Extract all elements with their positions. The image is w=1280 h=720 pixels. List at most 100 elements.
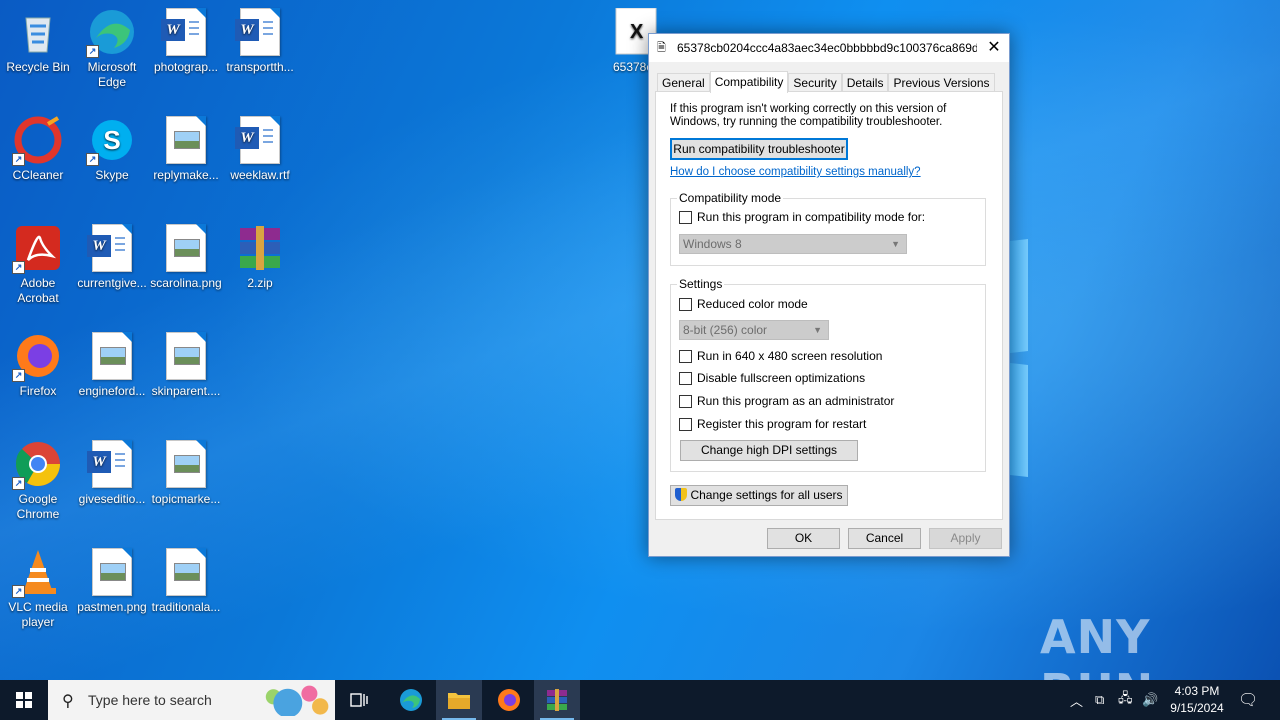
change-dpi-button[interactable]: Change high DPI settings	[680, 440, 858, 461]
search-box[interactable]: ⚲ Type here to search	[48, 680, 335, 720]
svg-text:X: X	[630, 21, 644, 43]
compat-mode-checkbox[interactable]: Run this program in compatibility mode f…	[679, 210, 925, 224]
checkbox-label: Run in 640 x 480 screen resolution	[697, 349, 883, 363]
desktop-icon-engineford[interactable]: engineford...	[74, 332, 150, 399]
chevron-down-icon: ▼	[813, 325, 822, 335]
icon-label: pastmen.png	[77, 600, 147, 614]
uac-shield-icon	[675, 488, 688, 501]
edge-icon	[400, 689, 422, 711]
desktop-icon-vlc[interactable]: ↗ VLC media player	[0, 548, 76, 630]
start-button[interactable]	[0, 680, 48, 720]
network-tray[interactable]: 🖧	[1118, 680, 1133, 720]
edge-icon: ↗	[86, 8, 136, 58]
checkbox-box	[679, 210, 692, 224]
desktop-icon-currentgive[interactable]: W currentgive...	[74, 224, 150, 291]
icon-label: VLC media player	[8, 600, 68, 629]
icon-label: skinparent....	[151, 384, 221, 398]
word-document-icon: W	[235, 8, 280, 56]
desktop-icon-edge[interactable]: ↗ Microsoft Edge	[74, 8, 150, 90]
desktop-icon-ccleaner[interactable]: ↗ CCleaner	[0, 116, 76, 183]
checkbox-label: Disable fullscreen optimizations	[697, 371, 866, 385]
tab-compatibility[interactable]: Compatibility	[709, 71, 789, 93]
desktop-icon-weeklaw[interactable]: W weeklaw.rtf	[222, 116, 298, 183]
desktop-icon-traditionala[interactable]: traditionala...	[148, 548, 224, 615]
action-center-button[interactable]: 🗨	[1238, 680, 1258, 720]
tray-app-icon[interactable]: ⧉	[1095, 680, 1104, 720]
desktop-icon-scarolina[interactable]: scarolina.png	[148, 224, 224, 291]
select-value: Windows 8	[683, 237, 742, 251]
volume-tray[interactable]: 🔊	[1142, 680, 1158, 720]
change-all-users-button[interactable]: Change settings for all users	[670, 485, 848, 506]
button-label: Change settings for all users	[690, 488, 843, 502]
image-file-icon	[92, 332, 132, 380]
run-troubleshooter-button[interactable]: Run compatibility troubleshooter	[670, 138, 848, 160]
tab-security[interactable]: Security	[788, 73, 842, 92]
chrome-icon: ↗	[12, 440, 62, 490]
cancel-button[interactable]: Cancel	[848, 528, 921, 549]
apply-button[interactable]: Apply	[929, 528, 1002, 549]
desktop-icon-replymake[interactable]: replymake...	[148, 116, 224, 183]
taskbar-edge[interactable]	[388, 680, 434, 720]
tab-details[interactable]: Details	[841, 73, 889, 92]
image-file-icon	[92, 548, 132, 596]
show-hidden-icons[interactable]: ︿	[1070, 680, 1083, 720]
manual-settings-link[interactable]: How do I choose compatibility settings m…	[670, 166, 921, 178]
checkbox-label: Reduced color mode	[697, 297, 808, 311]
taskbar-winrar[interactable]	[534, 680, 580, 720]
tab-strip: General Compatibility Security Details P…	[657, 71, 995, 93]
clock[interactable]: 4:03 PM 9/15/2024	[1162, 683, 1232, 717]
checkbox-box	[679, 417, 692, 431]
desktop-icon-acrobat[interactable]: ↗ Adobe Acrobat	[0, 224, 76, 306]
task-view-icon	[350, 693, 368, 707]
settings-label: Settings	[677, 277, 725, 291]
chevron-up-icon: ︿	[1070, 693, 1084, 709]
desktop-icon-chrome[interactable]: ↗ Google Chrome	[0, 440, 76, 522]
select-value: 8-bit (256) color	[683, 323, 768, 337]
folder-icon	[448, 693, 470, 709]
desktop-icon-giveseditio[interactable]: W giveseditio...	[74, 440, 150, 507]
compatibility-mode-label: Compatibility mode	[677, 191, 784, 205]
desktop-icon-pastmen[interactable]: pastmen.png	[74, 548, 150, 615]
taskbar-file-explorer[interactable]	[436, 680, 482, 720]
os-version-select: Windows 8 ▼	[679, 234, 907, 254]
settings-group: Settings Reduced color mode 8-bit (256) …	[670, 277, 986, 472]
icon-label: topicmarke...	[151, 492, 221, 506]
icon-label: Google Chrome	[16, 492, 60, 521]
desktop-icon-skinparent[interactable]: skinparent....	[148, 332, 224, 399]
reduced-color-checkbox[interactable]: Reduced color mode	[679, 297, 808, 311]
ccleaner-icon: ↗	[12, 116, 62, 166]
close-icon[interactable]: ✕	[979, 34, 1009, 62]
image-file-icon	[166, 332, 206, 380]
taskbar-firefox[interactable]	[486, 680, 532, 720]
desktop-icon-firefox[interactable]: ↗ Firefox	[0, 332, 76, 399]
desktop-icon-topicmarke[interactable]: topicmarke...	[148, 440, 224, 507]
compatibility-page: If this program isn't working correctly …	[655, 91, 1003, 520]
register-restart-checkbox[interactable]: Register this program for restart	[679, 417, 866, 431]
recycle-bin-icon	[14, 8, 62, 56]
tab-general[interactable]: General	[657, 73, 710, 92]
dialog-title: 65378cb0204ccc4a83aec34ec0bbbbbd9c100376…	[677, 41, 977, 55]
desktop-icon-photograp[interactable]: W photograp...	[148, 8, 224, 75]
skype-icon: S ↗	[86, 116, 136, 166]
file-properties-icon: 🗎	[657, 42, 666, 54]
firefox-icon: ↗	[12, 332, 62, 382]
res-640-checkbox[interactable]: Run in 640 x 480 screen resolution	[679, 349, 882, 363]
speaker-icon: 🔊	[1142, 692, 1159, 707]
desktop-icon-skype[interactable]: S ↗ Skype	[74, 116, 150, 183]
tab-previous-versions[interactable]: Previous Versions	[888, 73, 995, 92]
disable-fullscreen-checkbox[interactable]: Disable fullscreen optimizations	[679, 371, 865, 385]
desktop-icon-2zip[interactable]: 2.zip	[222, 224, 298, 291]
acrobat-icon: ↗	[12, 224, 62, 274]
desktop-icon-recycle-bin[interactable]: Recycle Bin	[0, 8, 76, 75]
taskbar: ⚲ Type here to search ︿ ⧉ 🖧 🔊 4:03 PM 9/…	[0, 680, 1280, 720]
checkbox-label: Register this program for restart	[697, 417, 867, 431]
task-view-button[interactable]	[336, 680, 382, 720]
checkbox-box	[679, 371, 692, 385]
dialog-titlebar[interactable]: 🗎 65378cb0204ccc4a83aec34ec0bbbbbd9c1003…	[649, 34, 1009, 62]
ok-button[interactable]: OK	[767, 528, 840, 549]
run-admin-checkbox[interactable]: Run this program as an administrator	[679, 394, 894, 408]
desktop-icon-transportth[interactable]: W transportth...	[222, 8, 298, 75]
icon-label: traditionala...	[151, 600, 221, 614]
search-highlight-image	[259, 684, 331, 716]
image-file-icon	[166, 440, 206, 488]
